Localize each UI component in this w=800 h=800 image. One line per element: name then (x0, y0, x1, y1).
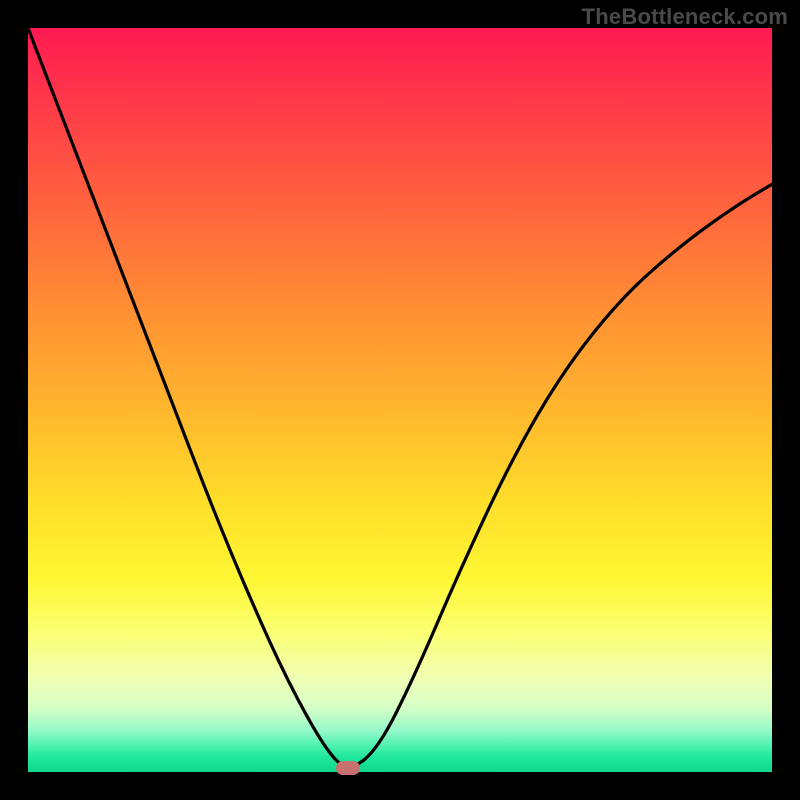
watermark-label: TheBottleneck.com (582, 4, 788, 30)
plot-area (28, 28, 772, 772)
curve-path (28, 28, 772, 766)
bottleneck-curve (28, 28, 772, 772)
minimum-marker (336, 761, 360, 775)
chart-frame: TheBottleneck.com (0, 0, 800, 800)
